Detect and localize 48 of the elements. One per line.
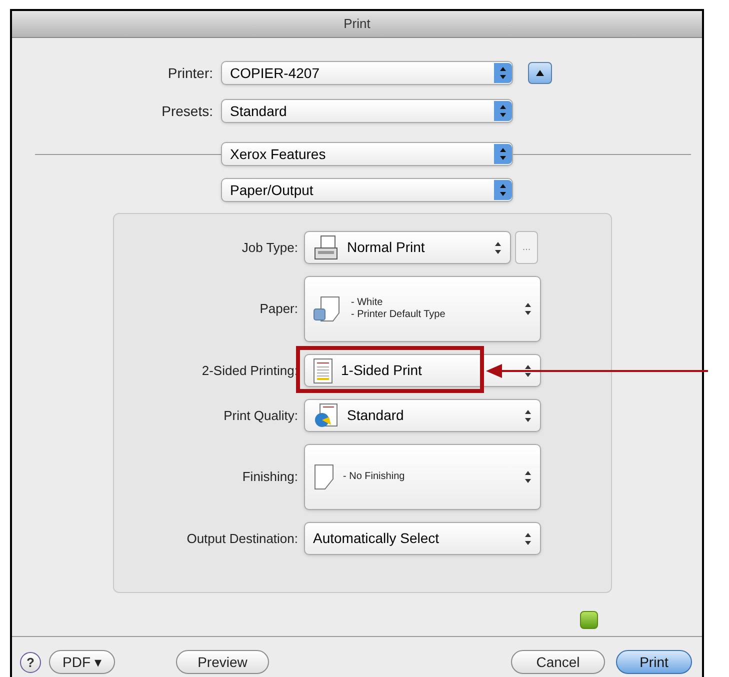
- field-label: Presets:: [160, 102, 213, 120]
- stepper-icon: [494, 144, 512, 164]
- option-value: - No Finishing: [343, 471, 406, 483]
- popup-menu[interactable]: Paper/Output: [221, 178, 513, 202]
- stepper-icon: [494, 240, 502, 254]
- option-value: Automatically Select: [313, 529, 440, 548]
- document-icon: [313, 358, 333, 384]
- stepper-icon: [524, 532, 532, 546]
- cancel-button[interactable]: Cancel: [511, 650, 605, 674]
- option-value: - White: [351, 297, 384, 309]
- stepper-icon: [524, 408, 532, 422]
- option-value: - Printer Default Type: [351, 309, 446, 321]
- stepper-icon: [494, 63, 512, 83]
- popup-menu[interactable]: Normal Print: [304, 231, 511, 264]
- collapse-button[interactable]: [528, 62, 552, 84]
- printer-icon: [313, 234, 339, 260]
- popup-menu[interactable]: Automatically Select: [304, 522, 541, 555]
- stepper-icon: [494, 101, 512, 121]
- option-label: Job Type:: [240, 238, 298, 257]
- popup-menu[interactable]: - White - Printer Default Type: [304, 276, 541, 342]
- window-title: Print: [344, 15, 370, 34]
- popup-menu[interactable]: 1-Sided Print: [304, 354, 541, 387]
- field-label: Printer:: [166, 64, 213, 82]
- popup-menu[interactable]: - No Finishing: [304, 444, 541, 510]
- option-value: Standard: [347, 406, 405, 425]
- stepper-icon: [494, 180, 512, 200]
- stepper-icon: [524, 302, 532, 316]
- print-button[interactable]: Print: [616, 650, 692, 674]
- pdf-button[interactable]: PDF ▾: [49, 650, 115, 674]
- quality-icon: [313, 402, 339, 428]
- popup-menu[interactable]: Standard: [304, 399, 541, 432]
- stepper-icon: [524, 364, 532, 378]
- paper-corner-icon: [313, 463, 335, 491]
- popup-menu[interactable]: COPIER-4207: [221, 61, 513, 85]
- option-value: 1-Sided Print: [341, 361, 423, 380]
- option-value: Normal Print: [347, 238, 426, 257]
- status-icon: [580, 611, 598, 629]
- option-label: Paper:: [258, 300, 298, 318]
- option-label: Output Destination:: [186, 530, 298, 548]
- popup-menu[interactable]: Standard: [221, 99, 513, 123]
- triangle-up-icon: [536, 70, 544, 76]
- option-label: Print Quality:: [222, 406, 298, 425]
- option-label: Finishing:: [241, 468, 298, 486]
- option-label: 2-Sided Printing:: [200, 362, 298, 380]
- popup-menu[interactable]: Xerox Features: [221, 142, 513, 166]
- preview-button[interactable]: Preview: [176, 650, 269, 674]
- stepper-icon: [524, 470, 532, 484]
- help-button[interactable]: ?: [20, 652, 41, 672]
